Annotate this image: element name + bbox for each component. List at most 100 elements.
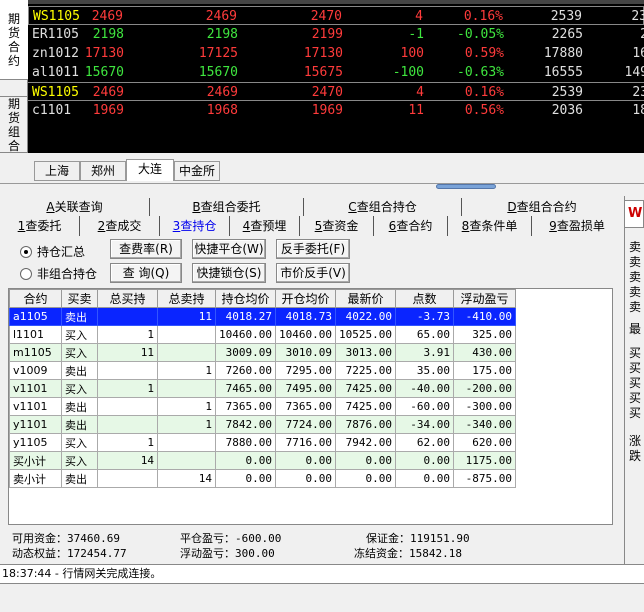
quote-row[interactable]: zn1012 17130 17125 17130 100 0.59% 17880 16 xyxy=(28,44,644,63)
table-cell: 3009.09 xyxy=(215,343,276,362)
table-cell: 买入 xyxy=(61,343,98,362)
tab-query-stoploss[interactable]: 9查盈损单 xyxy=(532,216,622,236)
table-cell: 卖出 xyxy=(61,469,98,488)
quote-pct: -0.63% xyxy=(457,65,504,80)
quote-bid: 2198 xyxy=(206,27,238,42)
table-row[interactable]: v1101 卖出 1 7365.00 7365.00 7425.00 -60.00 -300.… xyxy=(9,397,516,416)
quick-close-button[interactable]: 快捷平仓(W) xyxy=(192,239,266,259)
column-header[interactable]: 最新价 xyxy=(334,289,396,308)
panel-splitter[interactable] xyxy=(0,183,644,191)
table-cell xyxy=(157,325,216,344)
tab-query-orders[interactable]: 1查委托 xyxy=(0,216,80,236)
side-tab-futures-combo[interactable]: 期 货 组 合 xyxy=(0,96,28,153)
table-cell: 0.00 xyxy=(215,451,276,470)
table-cell: 3013.00 xyxy=(334,343,396,362)
quote-row[interactable]: WS1105 2469 2469 2470 4 0.16% 2539 23 xyxy=(28,82,644,101)
table-cell: 买入 xyxy=(61,325,98,344)
dynamic-equity: 动态权益：172454.77 xyxy=(12,545,127,561)
table-cell: m1105 xyxy=(9,343,62,362)
column-header[interactable]: 开仓均价 xyxy=(274,289,336,308)
quote-ask: 1969 xyxy=(311,103,343,118)
quote-row[interactable]: al1011 15670 15670 15675 -100 -0.63% 16555 149 xyxy=(28,63,644,82)
table-cell: 1175.00 xyxy=(452,451,516,470)
table-cell: 11 xyxy=(157,307,216,326)
order-side-panel: 卖卖卖卖卖最买买买买买涨跌 xyxy=(624,196,644,564)
table-row[interactable]: l1101 买入 1 10460.00 10460.00 10525.00 65.00 325… xyxy=(9,325,516,344)
table-cell: 7876.00 xyxy=(334,415,396,434)
radio-dot xyxy=(20,245,32,258)
quote-last: 15670 xyxy=(84,65,124,80)
table-row[interactable]: a1105 卖出 11 4018.27 4018.73 4022.00 -3.73 -410.… xyxy=(9,307,516,326)
exchange-tab-dalian[interactable]: 大连 xyxy=(126,159,174,181)
column-header[interactable]: 持仓均价 xyxy=(215,289,276,308)
tab-query-funds[interactable]: 5查资金 xyxy=(300,216,374,236)
table-cell: 买入 xyxy=(61,379,98,398)
table-cell: 卖小计 xyxy=(9,469,62,488)
tab-combo-contracts[interactable]: D查组合合约 xyxy=(462,198,622,216)
table-row[interactable]: 买小计 买入 14 0.00 0.00 0.00 0.00 1175.00 xyxy=(9,451,516,470)
tab-combo-positions[interactable]: C查组合持仓 xyxy=(304,198,462,216)
table-row[interactable]: v1101 买入 1 7465.00 7495.00 7425.00 -40.00 -200.… xyxy=(9,379,516,398)
tab-query-preset[interactable]: 4查预埋 xyxy=(230,216,300,236)
reverse-order-button[interactable]: 反手委托(F) xyxy=(276,239,350,259)
table-cell: 10460.00 xyxy=(274,325,336,344)
table-row[interactable]: y1101 卖出 1 7842.00 7724.00 7876.00 -34.00 -340.… xyxy=(9,415,516,434)
side-panel-label: 跌 xyxy=(629,449,642,463)
quote-bid: 2469 xyxy=(206,85,238,100)
tab-combo-orders[interactable]: B查组合委托 xyxy=(150,198,304,216)
table-cell: v1009 xyxy=(9,361,62,380)
table-cell: 7365.00 xyxy=(274,397,336,416)
table-cell: 62.00 xyxy=(394,433,454,452)
column-header[interactable]: 总买持 xyxy=(97,289,158,308)
column-header[interactable]: 合约 xyxy=(9,289,62,308)
quote-volume: 2539 xyxy=(550,9,582,24)
radio-label: 持仓汇总 xyxy=(37,245,86,259)
quote-extra: 23 xyxy=(631,9,644,24)
quote-last: 17130 xyxy=(84,46,124,61)
radio-label: 非组合持仓 xyxy=(37,267,98,281)
fee-rate-button[interactable]: 查费率(R) xyxy=(110,239,182,259)
table-cell: 7260.00 xyxy=(215,361,276,380)
column-header[interactable]: 总卖持 xyxy=(157,289,216,308)
table-cell: -300.00 xyxy=(452,397,516,416)
quick-lock-button[interactable]: 快捷锁仓(S) xyxy=(192,263,266,283)
column-header[interactable]: 点数 xyxy=(394,289,454,308)
column-header[interactable]: 买卖 xyxy=(61,289,98,308)
quote-bid: 15670 xyxy=(198,65,238,80)
tab-query-conditional[interactable]: 8查条件单 xyxy=(448,216,532,236)
quote-row[interactable]: WS1105 2469 2469 2470 4 0.16% 2539 23 xyxy=(28,6,644,25)
quote-row[interactable]: c1101 1969 1968 1969 11 0.56% 2036 18 xyxy=(28,101,644,120)
exchange-tab-cffex[interactable]: 中金所 xyxy=(174,161,220,181)
table-cell: 3.91 xyxy=(394,343,454,362)
table-row[interactable]: m1105 买入 11 3009.09 3010.09 3013.00 3.91 430.00 xyxy=(9,343,516,362)
tab-query-positions[interactable]: 3查持仓 xyxy=(160,216,230,236)
side-panel-label: 买 xyxy=(629,406,642,420)
side-tab-futures-contracts[interactable]: 期 货 合 约 xyxy=(0,0,28,80)
tab-hotkey: B xyxy=(192,200,201,214)
quote-row[interactable]: ER1105 2198 2198 2199 -1 -0.05% 2265 2 xyxy=(28,25,644,44)
margin: 保证金：119151.90 xyxy=(366,530,470,546)
table-row[interactable]: 卖小计 卖出 14 0.00 0.00 0.00 0.00 -875.00 xyxy=(9,469,516,488)
table-cell: 7942.00 xyxy=(334,433,396,452)
table-cell: -40.00 xyxy=(394,379,454,398)
table-cell: 7724.00 xyxy=(274,415,336,434)
market-reverse-button[interactable]: 市价反手(V) xyxy=(276,263,350,283)
table-row[interactable]: v1009 卖出 1 7260.00 7295.00 7225.00 35.00 175.00 xyxy=(9,361,516,380)
radio-non-combo-positions[interactable]: 非组合持仓 xyxy=(20,265,97,282)
radio-position-summary[interactable]: 持仓汇总 xyxy=(20,243,85,260)
exchange-tab-zhengzhou[interactable]: 郑州 xyxy=(80,161,126,181)
quote-volume: 16555 xyxy=(543,65,583,80)
summary-value: 300.00 xyxy=(235,547,275,560)
column-header[interactable]: 浮动盈亏 xyxy=(452,289,516,308)
summary-label: 浮动盈亏： xyxy=(180,547,235,560)
tab-linked-query[interactable]: A关联查询 xyxy=(0,198,150,216)
splitter-grip[interactable] xyxy=(436,184,496,189)
tab-query-contracts[interactable]: 6查合约 xyxy=(374,216,448,236)
table-cell: 10525.00 xyxy=(334,325,396,344)
table-row[interactable]: y1105 买入 1 7880.00 7716.00 7942.00 62.00 620.00 xyxy=(9,433,516,452)
tab-query-trades[interactable]: 2查成交 xyxy=(80,216,160,236)
quote-list: WS1105 2469 2469 2470 4 0.16% 2539 23 ER1105 2198… xyxy=(28,0,644,153)
quote-extra: 16 xyxy=(632,46,644,61)
query-button[interactable]: 查 询(Q) xyxy=(110,263,182,283)
exchange-tab-shanghai[interactable]: 上海 xyxy=(34,161,80,181)
